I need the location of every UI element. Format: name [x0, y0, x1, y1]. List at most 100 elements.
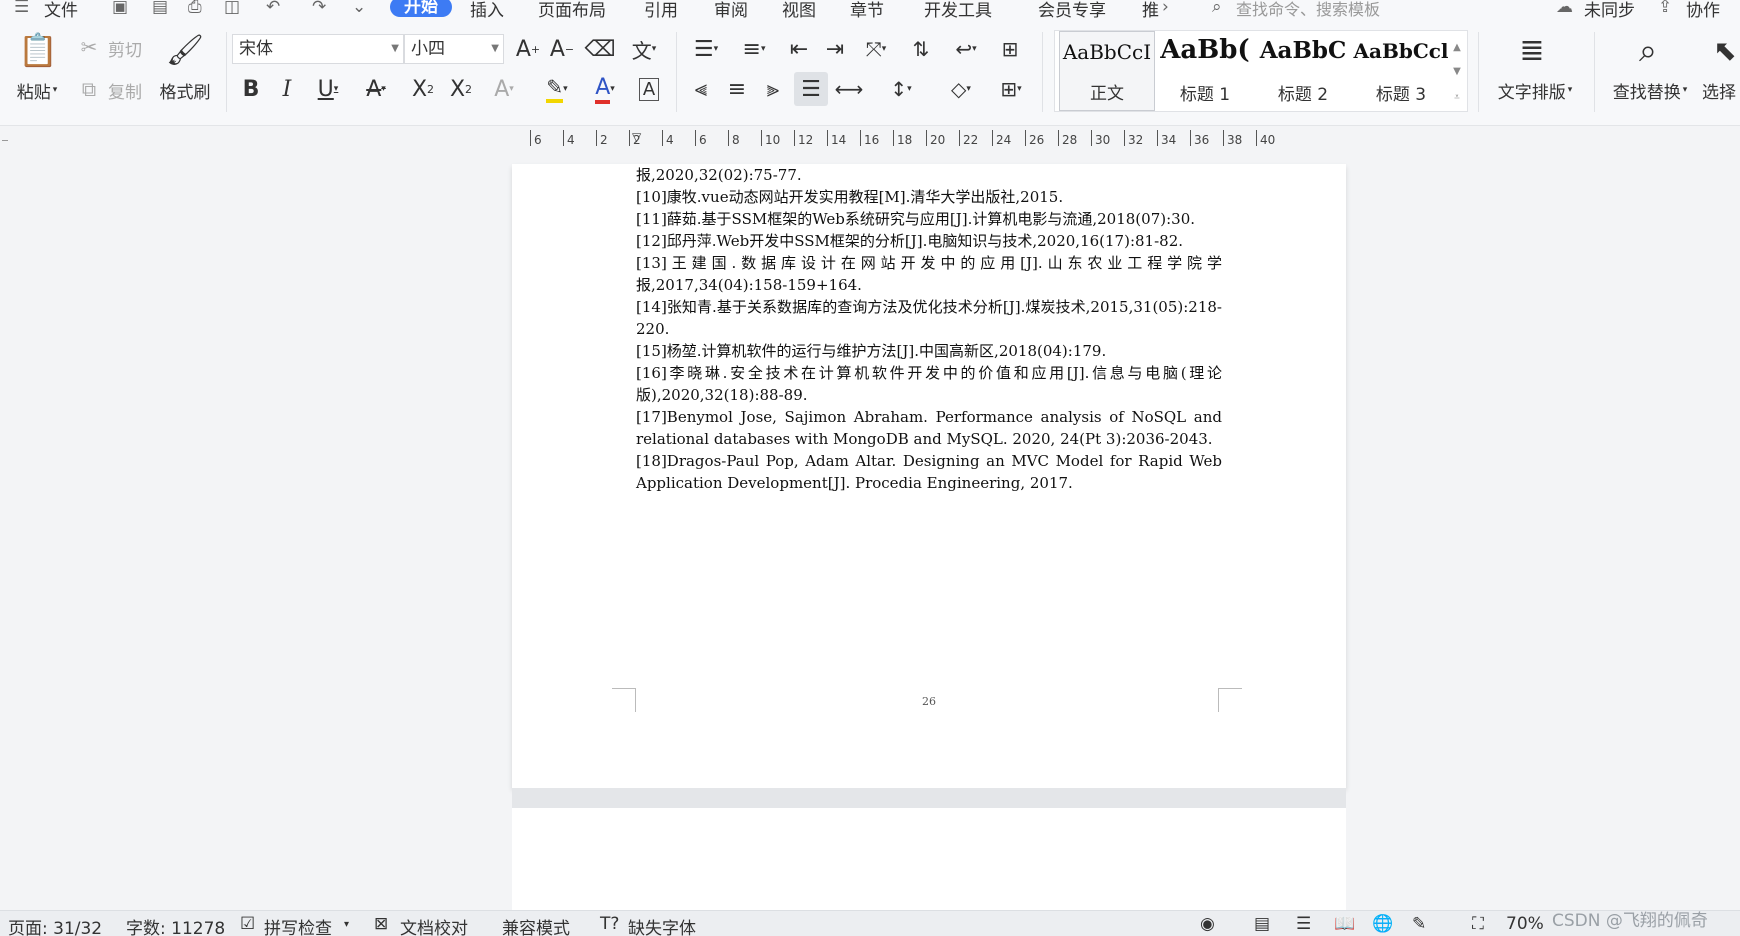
chevron-down-icon[interactable]: ⌄ — [352, 0, 366, 17]
bold-icon[interactable]: B — [236, 74, 266, 104]
document-page[interactable]: 报,2020,32(02):75-77. [10]康牧.vue动态网站开发实用教程… — [512, 164, 1346, 788]
cursor-select-icon[interactable]: ⬉ — [1710, 30, 1740, 70]
eye-protect-icon[interactable]: ◉ — [1200, 914, 1215, 934]
style-name: 标题 1 — [1179, 85, 1231, 105]
font-size-select[interactable]: 小四 ▼ — [404, 34, 504, 64]
style-normal[interactable]: AaBbCcI 正文 — [1059, 31, 1155, 111]
font-color-icon[interactable]: A ▾ — [584, 74, 626, 104]
clear-format-icon[interactable]: ⌫ — [584, 34, 616, 64]
style-expand-icon[interactable]: ⩡ — [1449, 85, 1465, 109]
subscript-icon[interactable]: X2 — [444, 74, 478, 104]
style-scroll-up-icon[interactable]: ▲ — [1449, 35, 1465, 59]
missing-fonts-button[interactable]: 缺失字体 — [628, 914, 696, 936]
pen-icon[interactable]: ✎ — [1412, 914, 1426, 934]
grow-font-icon[interactable]: A + — [512, 34, 544, 64]
tab-insert[interactable]: 插入 — [470, 0, 504, 21]
word-count[interactable]: 字数: 11278 — [126, 914, 225, 936]
print-icon[interactable]: ⎙ — [188, 0, 202, 17]
style-heading-3[interactable]: AaBbCcl 标题 3 — [1353, 31, 1449, 111]
cut-button[interactable]: 剪切 — [104, 36, 146, 61]
font-name-select[interactable]: 宋体 ▼ — [232, 34, 404, 64]
page-view-icon[interactable]: ▤ — [1254, 914, 1270, 934]
tab-more[interactable]: 推 — [1142, 0, 1159, 21]
decrease-indent-icon[interactable]: ⇤ — [784, 34, 814, 64]
style-scroll-down-icon[interactable]: ▼ — [1449, 59, 1465, 83]
find-replace-button[interactable]: 查找替换 ▾ — [1604, 78, 1696, 103]
char-border-icon[interactable]: A — [634, 74, 664, 104]
tab-review[interactable]: 审阅 — [714, 0, 748, 21]
borders-icon[interactable]: ⊞ ▾ — [990, 74, 1032, 104]
phonetic-guide-icon[interactable]: 文 ▾ — [622, 34, 666, 64]
line-spacing-icon[interactable]: ↕ ▾ — [880, 74, 922, 104]
file-menu[interactable]: 文件 — [44, 0, 78, 21]
zoom-level[interactable]: 70% — [1506, 914, 1544, 934]
reading-view-icon[interactable]: 📖 — [1334, 914, 1355, 934]
menu-icon[interactable]: ☰ — [14, 0, 29, 17]
align-left-icon[interactable]: ⫷ — [686, 74, 716, 104]
underline-icon[interactable]: U ▾ — [308, 74, 348, 104]
select-button[interactable]: 选择 — [1702, 78, 1740, 103]
ruler-tick-label: 12 — [798, 133, 814, 147]
text-effect-icon[interactable]: A ▾ — [484, 74, 524, 104]
ruler-tick-label: 34 — [1161, 133, 1177, 147]
tab-stops-icon[interactable]: ⊞ — [994, 34, 1026, 64]
strikethrough-icon[interactable]: A ▾ — [356, 74, 396, 104]
copy-button[interactable]: 复制 — [104, 78, 146, 103]
paste-label: 粘贴 — [16, 82, 51, 103]
tab-view[interactable]: 视图 — [782, 0, 816, 21]
tab-member[interactable]: 会员专享 — [1038, 0, 1106, 21]
tab-chapter[interactable]: 章节 — [850, 0, 884, 21]
italic-icon[interactable]: I — [272, 74, 302, 104]
superscript-icon[interactable]: X2 — [406, 74, 440, 104]
page-count[interactable]: 页面: 31/32 — [8, 914, 102, 936]
fit-page-icon[interactable]: ⛶ — [1472, 914, 1484, 934]
bullet-list-icon[interactable]: ☰ ▾ — [686, 34, 726, 64]
reference-item: [15]杨堃.计算机软件的运行与维护方法[J].中国高新区,2018(04):1… — [636, 342, 1107, 360]
style-heading-1[interactable]: AaBb( 标题 1 — [1157, 31, 1253, 111]
text-layout-icon[interactable]: ≣ — [1512, 30, 1552, 70]
find-icon[interactable]: ⌕ — [1628, 30, 1668, 70]
horizontal-ruler[interactable]: 6 4 2 2 4 6 8 10 12 14 16 18 20 22 24 26 28 30 32 34 36 38 40 ▽ — [520, 130, 1340, 152]
shading-icon[interactable]: ◇ ▾ — [940, 74, 982, 104]
format-painter-icon[interactable]: 🖌 — [166, 30, 204, 70]
tab-references[interactable]: 引用 — [644, 0, 678, 21]
highlight-icon[interactable]: ✎ ▾ — [534, 74, 580, 104]
undo-icon[interactable]: ↶ — [266, 0, 280, 17]
align-right-icon[interactable]: ⫸ — [758, 74, 788, 104]
style-preview: AaBbCcl — [1353, 39, 1449, 63]
doc-proof-button[interactable]: 文档校对 — [400, 914, 468, 936]
justify-icon[interactable]: ☰ — [794, 72, 828, 106]
chevron-down-icon[interactable]: ▾ — [344, 919, 349, 930]
style-heading-2[interactable]: AaBbC 标题 2 — [1255, 31, 1351, 111]
outline-view-icon[interactable]: ☰ — [1296, 914, 1311, 934]
preview-icon[interactable]: ◫ — [224, 0, 240, 17]
text-layout-button[interactable]: 文字排版 ▾ — [1490, 78, 1580, 103]
numbered-list-icon[interactable]: ≡ ▾ — [734, 34, 774, 64]
paragraph-marks-icon[interactable]: ↩ ▾ — [946, 34, 986, 64]
save-icon[interactable]: ▣ — [112, 0, 128, 17]
paste-icon[interactable]: 📋 — [18, 30, 58, 70]
checkbox-icon: ☑ — [240, 914, 256, 934]
distribute-icon[interactable]: ⟷ — [834, 74, 864, 104]
spell-check-button[interactable]: 拼写检查 — [264, 914, 332, 936]
ruler-tick-label: 26 — [1029, 133, 1045, 147]
increase-indent-icon[interactable]: ⇥ — [820, 34, 850, 64]
shrink-font-icon[interactable]: A − — [546, 34, 578, 64]
paste-button[interactable]: 粘贴 ▾ — [12, 78, 62, 103]
align-center-icon[interactable]: ≡ — [722, 74, 752, 104]
format-painter-button[interactable]: 格式刷 — [154, 78, 216, 103]
sync-status[interactable]: 未同步 — [1584, 0, 1635, 21]
tab-page-layout[interactable]: 页面布局 — [538, 0, 606, 21]
redo-icon[interactable]: ↷ — [312, 0, 326, 17]
sort-icon[interactable]: ⇅ — [906, 34, 936, 64]
tab-developer[interactable]: 开发工具 — [924, 0, 992, 21]
command-search-input[interactable]: 查找命令、搜索模板 — [1236, 0, 1380, 20]
ruler-tick-label: 16 — [864, 133, 880, 147]
indent-marker[interactable]: ▽ — [632, 130, 641, 144]
chinese-layout-icon[interactable]: ⤧ ▾ — [856, 34, 896, 64]
export-icon[interactable]: ▤ — [152, 0, 168, 17]
collab-button[interactable]: 协作 — [1686, 0, 1720, 21]
chevron-right-icon[interactable]: › — [1162, 0, 1169, 17]
tab-home[interactable]: 开始 — [390, 0, 452, 17]
web-view-icon[interactable]: 🌐 — [1372, 914, 1393, 934]
